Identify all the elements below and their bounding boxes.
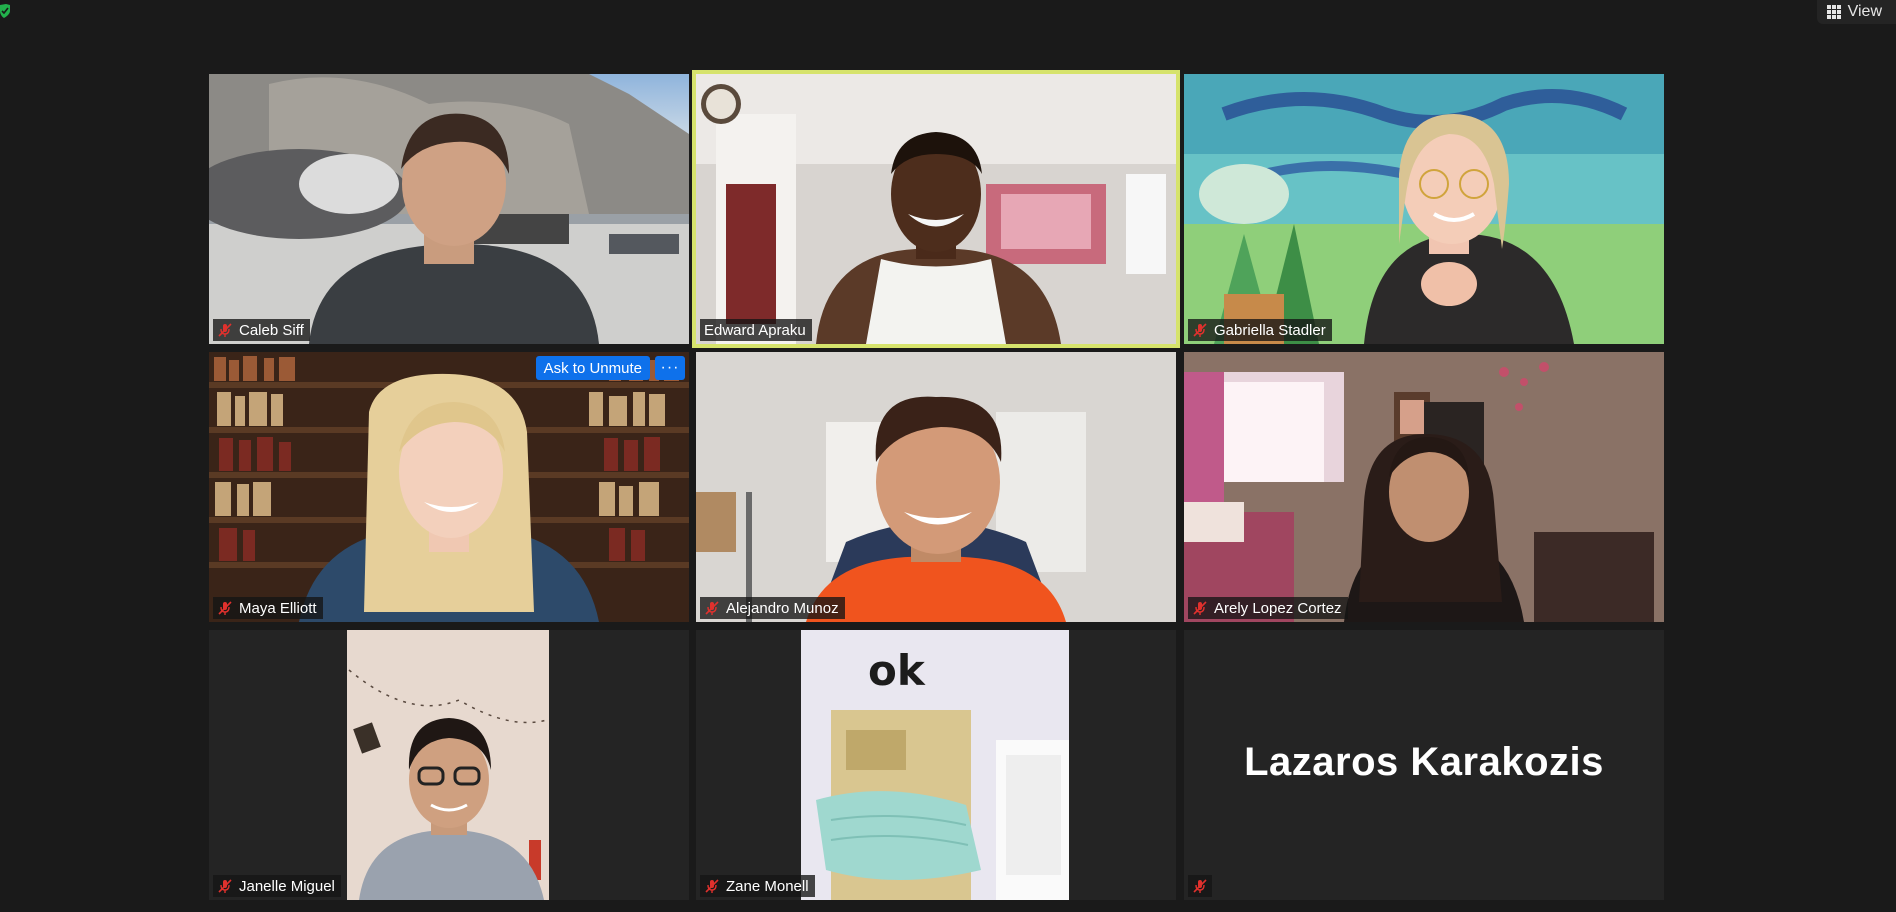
nameplate: Alejandro Munoz bbox=[700, 597, 845, 619]
participant-video bbox=[209, 74, 689, 344]
ok-image-text: ok bbox=[868, 646, 925, 695]
participant-tile[interactable]: Gabriella Stadler bbox=[1184, 74, 1664, 344]
nameplate: Arely Lopez Cortez bbox=[1188, 597, 1348, 619]
participant-video bbox=[209, 352, 689, 622]
participant-name: Edward Apraku bbox=[704, 321, 806, 339]
participant-video bbox=[696, 630, 1176, 900]
participant-name: Maya Elliott bbox=[239, 599, 317, 617]
participant-tile[interactable]: Ask to Unmute ··· Maya Elliott bbox=[209, 352, 689, 622]
participant-tile[interactable]: Alejandro Munoz bbox=[696, 352, 1176, 622]
nameplate: Gabriella Stadler bbox=[1188, 319, 1332, 341]
nameplate: Edward Apraku bbox=[700, 319, 812, 341]
mic-muted-icon bbox=[218, 323, 232, 337]
participant-video bbox=[1184, 352, 1664, 622]
tile-hover-controls: Ask to Unmute ··· bbox=[535, 356, 685, 380]
participant-video bbox=[209, 630, 689, 900]
participant-display-name: Lazaros Karakozis bbox=[1244, 740, 1604, 784]
participant-video bbox=[1184, 74, 1664, 344]
ask-to-unmute-button[interactable]: Ask to Unmute bbox=[535, 356, 650, 380]
zoom-gallery-view: View Caleb Siff Edward Apraku Gabriella … bbox=[0, 0, 1896, 912]
view-label: View bbox=[1847, 3, 1882, 20]
mic-muted-icon bbox=[1193, 601, 1207, 615]
grid-icon bbox=[1826, 5, 1841, 19]
participant-name: Janelle Miguel bbox=[239, 877, 335, 895]
mic-muted-icon bbox=[218, 601, 232, 615]
participant-name: Arely Lopez Cortez bbox=[1214, 599, 1342, 617]
participant-video bbox=[696, 352, 1176, 622]
participant-tile-active-speaker[interactable]: Edward Apraku bbox=[692, 70, 1180, 348]
nameplate: Maya Elliott bbox=[213, 597, 323, 619]
mic-muted-icon bbox=[705, 879, 719, 893]
mic-muted-icon bbox=[1193, 323, 1207, 337]
participant-name: Zane Monell bbox=[726, 877, 809, 895]
mic-muted-icon bbox=[1193, 879, 1207, 893]
participant-name: Gabriella Stadler bbox=[1214, 321, 1326, 339]
view-button[interactable]: View bbox=[1816, 0, 1896, 24]
more-options-button[interactable]: ··· bbox=[655, 356, 685, 380]
participant-tile-no-video[interactable]: Lazaros Karakozis bbox=[1184, 630, 1664, 900]
participant-tile[interactable]: Caleb Siff bbox=[209, 74, 689, 344]
nameplate: Caleb Siff bbox=[213, 319, 310, 341]
participant-name: Alejandro Munoz bbox=[726, 599, 839, 617]
nameplate: Janelle Miguel bbox=[213, 875, 341, 897]
participant-tile[interactable]: Arely Lopez Cortez bbox=[1184, 352, 1664, 622]
mic-muted-icon bbox=[705, 601, 719, 615]
participant-tile[interactable]: Janelle Miguel bbox=[209, 630, 689, 900]
nameplate bbox=[1188, 875, 1212, 897]
nameplate: Zane Monell bbox=[700, 875, 815, 897]
mic-muted-icon bbox=[218, 879, 232, 893]
shield-check-icon[interactable] bbox=[0, 4, 10, 18]
participant-name: Caleb Siff bbox=[239, 321, 304, 339]
participant-video bbox=[696, 74, 1176, 344]
participant-tile[interactable]: ok Zane Monell bbox=[696, 630, 1176, 900]
